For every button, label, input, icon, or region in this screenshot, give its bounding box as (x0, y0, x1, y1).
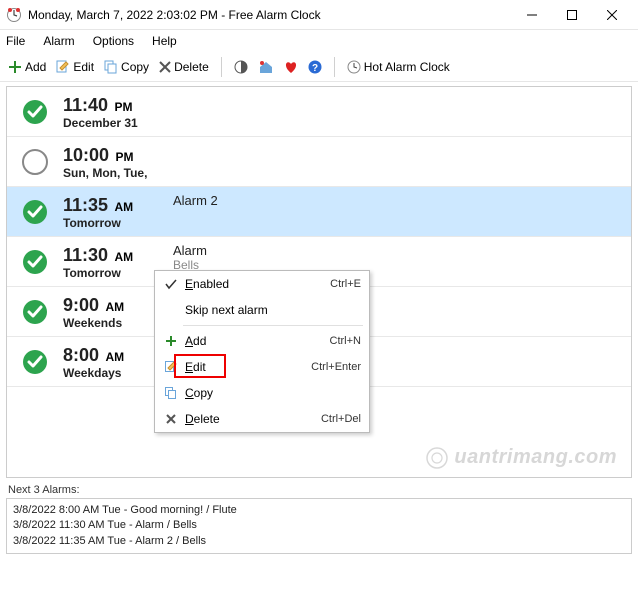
contrast-icon (234, 60, 248, 74)
context-menu-skip[interactable]: Skip next alarm (155, 297, 369, 323)
help-button[interactable]: ? (306, 58, 324, 76)
home-button[interactable] (256, 58, 276, 76)
alarm-time: 11:40 PMDecember 31 (63, 93, 173, 130)
copy-icon (104, 60, 118, 74)
context-menu-shortcut: Ctrl+Enter (311, 361, 361, 373)
menu-help[interactable]: Help (150, 32, 179, 50)
alarm-time: 11:35 AMTomorrow (63, 193, 173, 230)
home-icon (258, 60, 274, 74)
watermark: uantrimang.com (426, 446, 617, 469)
alarm-status (7, 293, 63, 325)
next-alarm-line: 3/8/2022 11:30 AM Tue - Alarm / Bells (13, 518, 625, 533)
delete-label: Delete (174, 60, 209, 74)
context-menu-separator (183, 325, 363, 326)
app-icon (6, 7, 22, 23)
heart-button[interactable] (282, 58, 300, 76)
context-menu-enabled[interactable]: Enabled Ctrl+E (155, 271, 369, 297)
context-menu: Enabled Ctrl+E Skip next alarm Add Ctrl+… (154, 270, 370, 433)
copy-button[interactable]: Copy (102, 58, 151, 76)
check-icon (161, 278, 181, 290)
next-alarm-line: 3/8/2022 11:35 AM Tue - Alarm 2 / Bells (13, 534, 625, 549)
edit-button[interactable]: Edit (54, 58, 96, 76)
context-menu-label: Skip next alarm (181, 303, 361, 317)
help-icon: ? (308, 60, 322, 74)
context-menu-label: Add (181, 334, 330, 348)
context-menu-delete[interactable]: Delete Ctrl+Del (155, 406, 369, 432)
maximize-button[interactable] (552, 1, 592, 29)
edit-icon (161, 361, 181, 373)
next-alarms-label: Next 3 Alarms: (6, 482, 632, 498)
titlebar: Monday, March 7, 2022 2:03:02 PM - Free … (0, 0, 638, 30)
toolbar-separator (221, 57, 222, 77)
next-alarms-box: 3/8/2022 8:00 AM Tue - Good morning! / F… (6, 498, 632, 554)
footer: Next 3 Alarms: 3/8/2022 8:00 AM Tue - Go… (6, 482, 632, 554)
alarm-status (7, 193, 63, 225)
alarm-description: Alarm 2 (173, 193, 631, 208)
context-menu-copy[interactable]: Copy (155, 380, 369, 406)
context-menu-label: Enabled (181, 277, 330, 291)
window-title: Monday, March 7, 2022 2:03:02 PM - Free … (28, 8, 512, 22)
toolbar: Add Edit Copy Delete ? Hot Alarm Clock (0, 52, 638, 82)
alarm-row[interactable]: 10:00 PMSun, Mon, Tue, (7, 137, 631, 187)
context-menu-shortcut: Ctrl+E (330, 278, 361, 290)
alarm-status (7, 93, 63, 125)
alarm-status (7, 143, 63, 175)
edit-label: Edit (73, 60, 94, 74)
alarm-row[interactable]: 11:40 PMDecember 31 (7, 87, 631, 137)
context-menu-add[interactable]: Add Ctrl+N (155, 328, 369, 354)
copy-icon (161, 387, 181, 399)
svg-text:?: ? (312, 63, 318, 74)
menu-alarm[interactable]: Alarm (41, 32, 76, 50)
delete-icon (161, 414, 181, 424)
copy-label: Copy (121, 60, 149, 74)
alarm-row[interactable]: 11:35 AMTomorrowAlarm 2 (7, 187, 631, 237)
menu-file[interactable]: File (4, 32, 27, 50)
alarm-time: 10:00 PMSun, Mon, Tue, (63, 143, 173, 180)
edit-icon (56, 60, 70, 74)
heart-icon (284, 60, 298, 74)
context-menu-label: Delete (181, 412, 321, 426)
context-menu-shortcut: Ctrl+Del (321, 413, 361, 425)
next-alarm-line: 3/8/2022 8:00 AM Tue - Good morning! / F… (13, 503, 625, 518)
plus-icon (161, 335, 181, 347)
window-controls (512, 1, 632, 29)
minimize-button[interactable] (512, 1, 552, 29)
alarm-description: AlarmBells (173, 243, 631, 272)
contrast-button[interactable] (232, 58, 250, 76)
context-menu-shortcut: Ctrl+N (330, 335, 361, 347)
delete-button[interactable]: Delete (157, 58, 211, 76)
hot-alarm-clock-button[interactable]: Hot Alarm Clock (345, 58, 452, 76)
context-menu-label: Edit (181, 360, 311, 374)
close-button[interactable] (592, 1, 632, 29)
clock-icon (347, 60, 361, 74)
add-label: Add (25, 60, 46, 74)
context-menu-edit[interactable]: Edit Ctrl+Enter (155, 354, 369, 380)
add-button[interactable]: Add (6, 58, 48, 76)
alarm-status (7, 343, 63, 375)
alarm-status (7, 243, 63, 275)
toolbar-separator (334, 57, 335, 77)
menubar: File Alarm Options Help (0, 30, 638, 52)
hot-alarm-clock-label: Hot Alarm Clock (364, 60, 450, 74)
delete-icon (159, 61, 171, 73)
context-menu-label: Copy (181, 386, 361, 400)
menu-options[interactable]: Options (91, 32, 136, 50)
plus-icon (8, 60, 22, 74)
